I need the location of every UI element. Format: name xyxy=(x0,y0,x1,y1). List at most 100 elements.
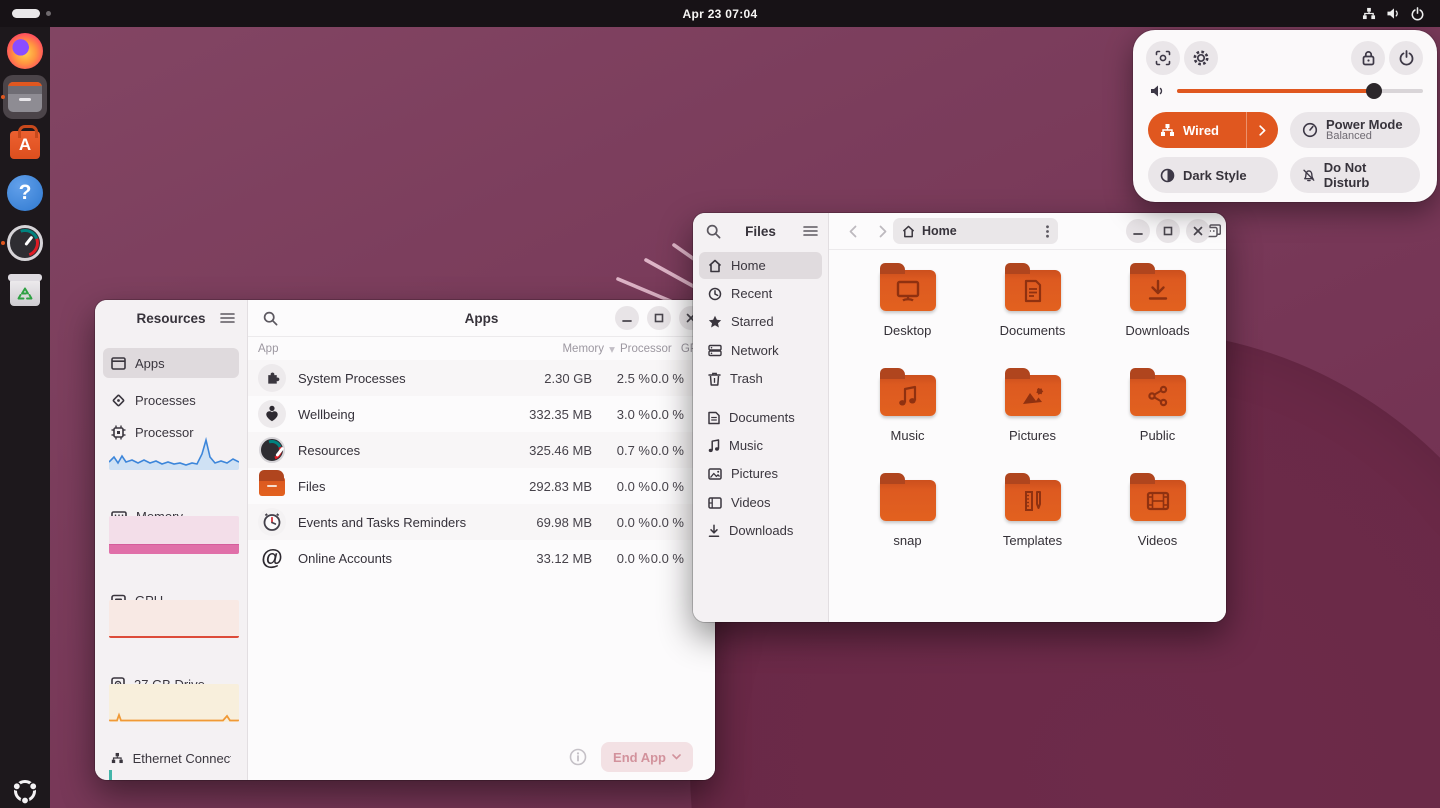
maximize-icon xyxy=(1163,226,1173,236)
table-row[interactable]: Resources 325.46 MB 0.7 % 0.0 % xyxy=(248,432,715,468)
volume-slider-knob[interactable] xyxy=(1366,83,1382,99)
sidebar-item-recent[interactable]: Recent xyxy=(699,280,822,307)
folder-templates[interactable]: Templates xyxy=(970,480,1095,548)
folder-desktop[interactable]: Desktop xyxy=(845,270,970,338)
back-button[interactable] xyxy=(839,218,867,244)
sidebar-item-music[interactable]: Music xyxy=(699,432,822,459)
folder-snap[interactable]: snap xyxy=(845,480,970,548)
sort-indicator-icon: ▾ xyxy=(604,342,620,356)
folder-pictures[interactable]: Pictures xyxy=(970,375,1095,443)
table-row[interactable]: Files 292.83 MB 0.0 % 0.0 % xyxy=(248,468,715,504)
files-close-button[interactable] xyxy=(1186,219,1210,243)
sidebar-item-home[interactable]: Home xyxy=(699,252,822,279)
wired-tile[interactable]: Wired xyxy=(1148,112,1278,148)
sidebar-item-starred[interactable]: Starred xyxy=(699,308,822,335)
screenshot-button[interactable] xyxy=(1146,41,1180,75)
table-row[interactable]: @ Online Accounts 33.12 MB 0.0 % 0.0 % xyxy=(248,540,715,576)
wired-expand-button[interactable] xyxy=(1246,112,1278,148)
power-button[interactable] xyxy=(1389,41,1423,75)
home-icon xyxy=(708,259,722,273)
end-app-button[interactable]: End App xyxy=(601,742,693,772)
do-not-disturb-tile[interactable]: Do Not Disturb xyxy=(1290,157,1420,193)
resources-window-title: Resources xyxy=(136,311,205,326)
sidebar-item-network[interactable]: Network xyxy=(699,337,822,364)
settings-button[interactable] xyxy=(1184,41,1218,75)
path-menu-button[interactable] xyxy=(1046,225,1049,238)
folder-icon xyxy=(259,477,285,496)
sidebar-item-trash[interactable]: Trash xyxy=(699,365,822,392)
files-minimize-button[interactable] xyxy=(1126,219,1150,243)
gpu-graph xyxy=(109,600,239,638)
dock-item-files[interactable] xyxy=(6,78,44,116)
show-apps-button[interactable] xyxy=(6,772,44,808)
document-icon xyxy=(708,411,720,425)
dock-item-app-center[interactable]: A xyxy=(6,126,44,164)
folder-music[interactable]: Music xyxy=(845,375,970,443)
volume-icon xyxy=(1150,84,1165,98)
folder-grid: Desktop Documents Downloads Music Pictur… xyxy=(845,270,1220,548)
dock-item-firefox[interactable] xyxy=(6,32,44,70)
folder-documents[interactable]: Documents xyxy=(970,270,1095,338)
sidebar-item-ethernet[interactable]: Ethernet Connecti… xyxy=(103,744,239,772)
power-mode-tile[interactable]: Power Mode Balanced xyxy=(1290,112,1420,148)
dock-item-resources[interactable] xyxy=(6,224,44,262)
files-search-button[interactable] xyxy=(699,218,727,244)
film-emblem-icon xyxy=(1145,490,1171,512)
trash-icon xyxy=(10,278,40,306)
table-row[interactable]: Events and Tasks Reminders 69.98 MB 0.0 … xyxy=(248,504,715,540)
quick-settings-panel: Wired Power Mode Balanced Dark Style Do … xyxy=(1133,30,1437,202)
sidebar-item-downloads[interactable]: Downloads xyxy=(699,517,822,544)
column-header-processor[interactable]: Processor xyxy=(620,343,672,355)
volume-icon xyxy=(1386,7,1401,20)
table-row[interactable]: Wellbeing 332.35 MB 3.0 % 0.0 % xyxy=(248,396,715,432)
dock-item-help[interactable]: ? xyxy=(6,174,44,212)
dock-item-trash[interactable] xyxy=(6,273,44,311)
clock[interactable]: Apr 23 07:04 xyxy=(0,0,1440,27)
search-icon xyxy=(263,311,278,326)
recent-icon xyxy=(708,287,722,301)
folder-downloads[interactable]: Downloads xyxy=(1095,270,1220,338)
search-icon xyxy=(706,224,721,239)
dark-style-tile[interactable]: Dark Style xyxy=(1148,157,1278,193)
picture-icon xyxy=(708,468,722,480)
resources-minimize-button[interactable] xyxy=(615,306,639,330)
files-menu-button[interactable] xyxy=(796,218,824,244)
files-window: Files Home Recent Starred Network xyxy=(693,213,1226,622)
resources-search-button[interactable] xyxy=(256,305,284,331)
column-header-memory[interactable]: Memory xyxy=(514,343,604,355)
ubuntu-logo-icon xyxy=(10,776,40,806)
resources-maximize-button[interactable] xyxy=(647,306,671,330)
resources-footer: End App xyxy=(248,734,715,780)
music-emblem-icon xyxy=(897,384,919,408)
folder-videos[interactable]: Videos xyxy=(1095,480,1220,548)
system-tray[interactable] xyxy=(1352,2,1434,25)
volume-slider[interactable] xyxy=(1177,89,1423,93)
resources-gauge-icon xyxy=(7,225,43,261)
folder-public[interactable]: Public xyxy=(1095,375,1220,443)
screenshot-icon xyxy=(1155,50,1171,66)
column-header-app[interactable]: App xyxy=(258,343,514,355)
resources-menu-button[interactable] xyxy=(213,305,241,331)
table-row[interactable]: System Processes 2.30 GB 2.5 % 0.0 % xyxy=(248,360,715,396)
lock-button[interactable] xyxy=(1351,41,1385,75)
table-header-row: App Memory ▾ Processor GPU xyxy=(248,338,715,360)
files-maximize-button[interactable] xyxy=(1156,219,1180,243)
sidebar-item-videos[interactable]: Videos xyxy=(699,489,822,516)
star-icon xyxy=(708,315,722,329)
running-indicator xyxy=(1,95,5,99)
gauge-icon xyxy=(259,437,285,463)
at-icon: @ xyxy=(258,544,286,572)
image-emblem-icon xyxy=(1020,385,1046,407)
app-info-button[interactable] xyxy=(569,748,587,766)
chevron-right-icon xyxy=(879,225,887,238)
home-icon xyxy=(902,225,915,238)
resources-window: Resources Apps Processes Processor xyxy=(95,300,715,780)
sidebar-item-pictures[interactable]: Pictures xyxy=(699,460,822,487)
sidebar-item-processes[interactable]: Processes xyxy=(103,386,239,414)
sidebar-item-apps[interactable]: Apps xyxy=(103,348,239,378)
sidebar-item-documents[interactable]: Documents xyxy=(699,404,822,431)
document-emblem-icon xyxy=(1023,279,1043,303)
app-center-icon: A xyxy=(10,131,40,159)
path-bar[interactable]: Home xyxy=(893,218,1058,244)
close-icon xyxy=(1193,226,1203,236)
